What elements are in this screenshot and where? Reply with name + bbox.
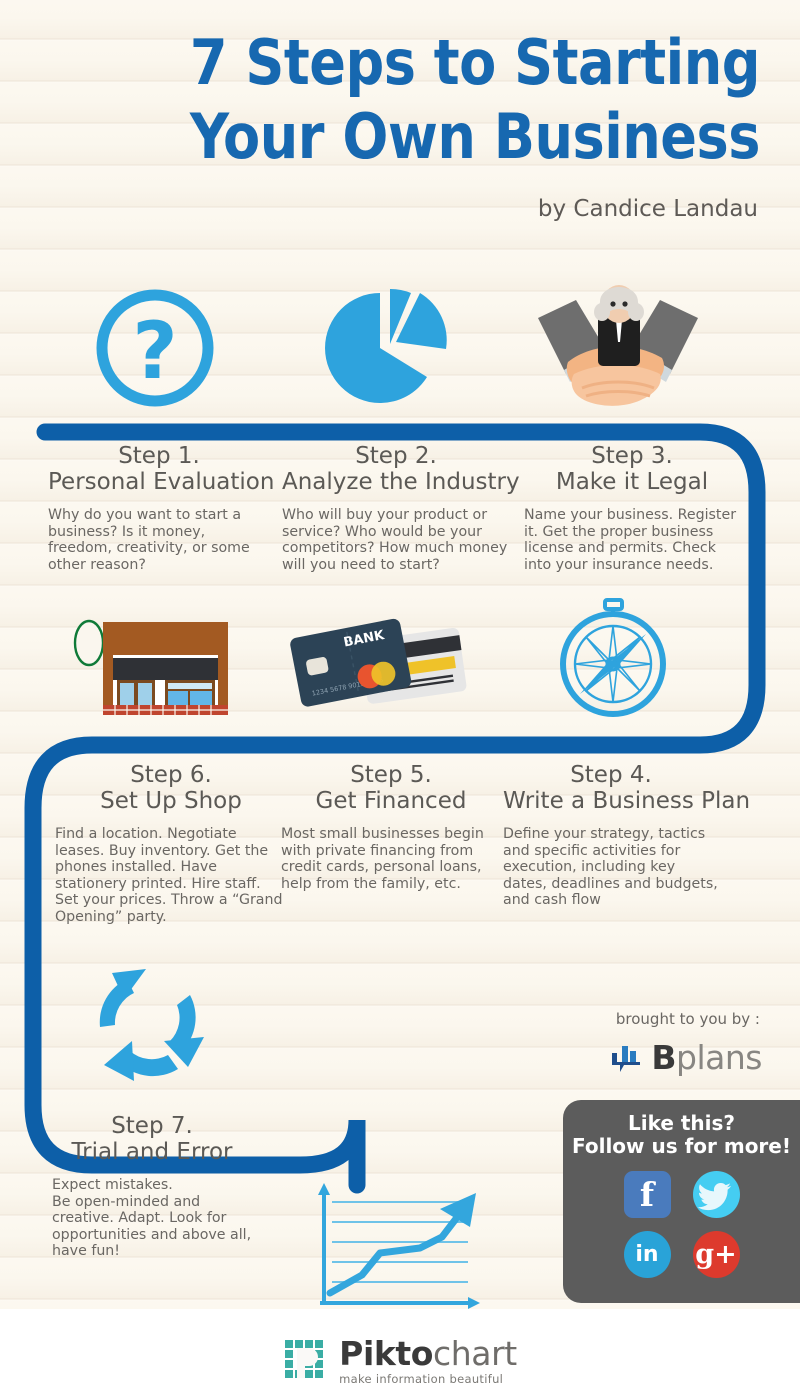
step-block-5: Step 5. Get Financed Most small business… <box>281 762 501 892</box>
infographic-page: 7 Steps to Starting Your Own Business by… <box>0 0 800 1397</box>
facebook-glyph: f <box>639 1175 655 1214</box>
social-follow-panel: Like this? Follow us for more! f in g+ <box>563 1100 800 1303</box>
compass-icon <box>560 598 666 717</box>
step-block-6: Step 6. Set Up Shop Find a location. Neg… <box>55 762 287 926</box>
linkedin-glyph: in <box>635 1242 659 1267</box>
page-title: 7 Steps to Starting Your Own Business <box>23 26 761 174</box>
step-7-heading: Step 7. Trial and Error <box>52 1113 252 1165</box>
social-prompt-line-1: Like this? <box>627 1111 736 1135</box>
social-prompt-line-2: Follow us for more! <box>572 1134 791 1158</box>
step-7-number: Step 7. <box>111 1113 193 1139</box>
storefront-icon <box>73 619 228 715</box>
title-line-1: 7 Steps to Starting <box>189 26 761 99</box>
social-prompt: Like this? Follow us for more! <box>563 1100 800 1158</box>
linkedin-icon[interactable]: in <box>623 1231 671 1278</box>
step-3-number: Step 3. <box>591 443 673 469</box>
step-2-body: Who will buy your product or service? Wh… <box>282 507 508 573</box>
step-4-heading: Step 4. Write a Business Plan <box>503 762 751 814</box>
step-6-number: Step 6. <box>130 762 212 788</box>
googleplus-glyph: g+ <box>695 1239 737 1270</box>
piktochart-chart: chart <box>433 1333 517 1373</box>
step-2-number: Step 2. <box>355 443 437 469</box>
step-3-body: Name your business. Register it. Get the… <box>524 507 737 573</box>
step-6-body: Find a location. Negotiate leases. Buy i… <box>55 826 283 925</box>
judge-handshake-icon <box>538 285 698 406</box>
byline: by Candice Landau <box>537 196 758 222</box>
step-5-heading: Step 5. Get Financed <box>281 762 501 814</box>
recycle-arrows-icon <box>99 969 204 1081</box>
step-6-title: Set Up Shop <box>100 788 242 814</box>
bplans-bar-chart-icon <box>612 1045 641 1072</box>
piktochart-tagline: make information beautiful <box>339 1371 504 1386</box>
step-1-heading: Step 1. Personal Evaluation <box>48 443 275 495</box>
googleplus-icon[interactable]: g+ <box>692 1231 740 1278</box>
step-3-title: Make it Legal <box>555 469 709 495</box>
question-mark-circle-icon: ? <box>96 289 214 407</box>
bplans-plans: plans <box>676 1038 762 1077</box>
brought-to-you-by-label: brought to you by : <box>615 1010 760 1028</box>
social-row-top: f <box>563 1171 800 1218</box>
step-block-4: Step 4. Write a Business Plan Define you… <box>503 762 751 909</box>
piktochart-mark-icon <box>285 1339 324 1378</box>
step-5-body: Most small businesses begin with private… <box>281 826 484 892</box>
step-block-2: Step 2. Analyze the Industry Who will bu… <box>282 443 520 573</box>
facebook-icon[interactable]: f <box>623 1171 671 1218</box>
step-7-title: Trial and Error <box>71 1139 233 1165</box>
piktochart-wordmark: Piktochart <box>339 1337 517 1370</box>
piktochart-logo[interactable]: Piktochart make information beautiful <box>0 1337 800 1386</box>
twitter-icon[interactable] <box>692 1171 740 1218</box>
twitter-bird-glyph <box>697 1183 731 1211</box>
bplans-logo[interactable]: Bplans <box>610 1038 762 1077</box>
title-line-2: Your Own Business <box>189 100 761 173</box>
social-row-bottom: in g+ <box>563 1231 800 1278</box>
step-block-3: Step 3. Make it Legal Name your business… <box>524 443 740 573</box>
bplans-b: B <box>651 1038 677 1077</box>
step-1-title: Personal Evaluation <box>48 469 275 495</box>
step-4-body: Define your strategy, tactics and specif… <box>503 826 718 909</box>
pie-chart-icon <box>325 288 447 404</box>
bplans-wordmark: Bplans <box>651 1038 762 1077</box>
step-2-heading: Step 2. Analyze the Industry <box>282 443 520 495</box>
step-1-body: Why do you want to start a business? Is … <box>48 507 250 573</box>
credit-cards-icon: BANK 1234 5678 9012 3456 <box>290 618 467 707</box>
piktochart-pikto: Pikto <box>339 1333 434 1373</box>
step-5-title: Get Financed <box>315 788 467 814</box>
growth-chart-icon <box>318 1183 480 1309</box>
step-block-7: Step 7. Trial and Error Expect mistakes.… <box>52 1113 252 1260</box>
step-6-heading: Step 6. Set Up Shop <box>55 762 287 814</box>
step-5-number: Step 5. <box>350 762 432 788</box>
step-block-1: Step 1. Personal Evaluation Why do you w… <box>48 443 275 573</box>
step-3-heading: Step 3. Make it Legal <box>524 443 740 495</box>
step-4-number: Step 4. <box>570 762 652 788</box>
step-4-title: Write a Business Plan <box>503 788 751 814</box>
step-7-body: Expect mistakes. Be open-minded and crea… <box>52 1177 252 1260</box>
svg-text:?: ? <box>132 307 177 397</box>
step-1-number: Step 1. <box>118 443 200 469</box>
step-2-title: Analyze the Industry <box>282 469 520 495</box>
